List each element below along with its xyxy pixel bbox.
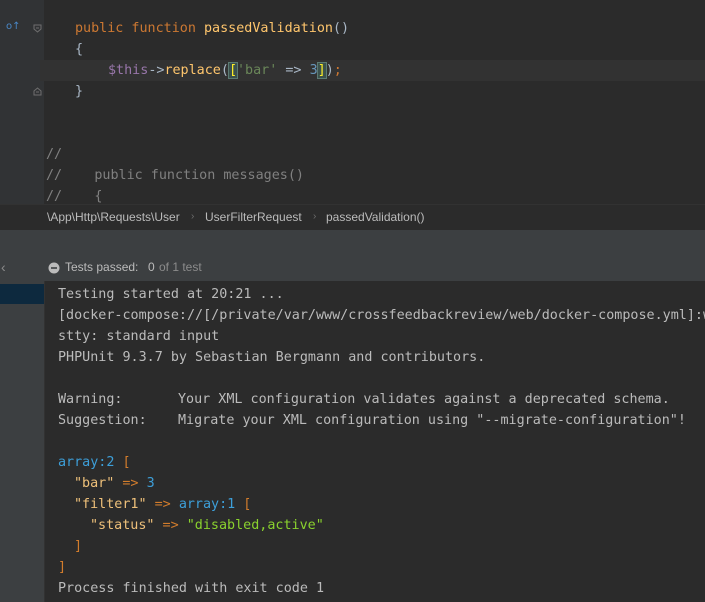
code-line-comment: // bbox=[46, 147, 63, 162]
dump-line: "filter1" => array:1 [ bbox=[74, 497, 252, 512]
code-line-comment: // public function messages() bbox=[46, 168, 304, 183]
dump-line: "bar" => 3 bbox=[74, 476, 155, 491]
code-editor[interactable]: o↑ public function passedValidation() { … bbox=[0, 0, 705, 204]
dump-line: array:2 [ bbox=[58, 455, 131, 470]
code-line-current: $this->replace(['bar' => 3]); bbox=[40, 60, 705, 81]
fold-marker-icon[interactable] bbox=[33, 24, 42, 33]
editor-gutter[interactable]: o↑ bbox=[0, 0, 44, 204]
console-suggestion-text: Migrate your XML configuration using "--… bbox=[178, 413, 686, 428]
test-tree-selected-row[interactable] bbox=[0, 284, 44, 304]
console-warning-line: Warning: bbox=[58, 392, 123, 407]
implements-method-icon[interactable]: o↑ bbox=[6, 21, 21, 32]
matched-bracket-close: ] bbox=[316, 62, 327, 79]
console-exit-line: Process finished with exit code 1 bbox=[58, 581, 325, 596]
tests-passed-count: 0 bbox=[148, 260, 155, 274]
breadcrumb: \App\Http\Requests\User › UserFilterRequ… bbox=[0, 204, 705, 231]
console-line: PHPUnit 9.3.7 by Sebastian Bergmann and … bbox=[58, 350, 486, 365]
test-tree-panel[interactable] bbox=[0, 281, 44, 602]
code-line-brace-close: } bbox=[75, 84, 84, 99]
dump-line: ] bbox=[74, 539, 83, 554]
run-tool-header: ‹ Tests passed: 0 of 1 test bbox=[0, 254, 705, 282]
collapse-arrow-icon[interactable]: ‹ bbox=[1, 254, 6, 281]
code-line-function-declaration: public function passedValidation() bbox=[75, 21, 350, 36]
console-line: [docker-compose://[/private/var/www/cros… bbox=[58, 308, 705, 323]
console-line: stty: standard input bbox=[58, 329, 220, 344]
breadcrumb-separator-icon: › bbox=[313, 211, 317, 222]
breadcrumb-class[interactable]: UserFilterRequest bbox=[205, 205, 302, 229]
test-status-circle-icon bbox=[48, 262, 60, 274]
breadcrumb-separator-icon: › bbox=[191, 211, 195, 222]
console-warning-text: Your XML configuration validates against… bbox=[178, 392, 670, 407]
matched-bracket-open: [ bbox=[227, 62, 239, 79]
tests-status-label: Tests passed: bbox=[65, 260, 139, 274]
console-line: Testing started at 20:21 ... bbox=[58, 287, 284, 302]
breadcrumb-namespace[interactable]: \App\Http\Requests\User bbox=[47, 205, 180, 229]
dump-line: ] bbox=[58, 560, 67, 575]
console-suggestion-line: Suggestion: bbox=[58, 413, 147, 428]
code-line-comment: // { bbox=[46, 189, 103, 204]
tests-total-text: of 1 test bbox=[159, 260, 202, 274]
console-output[interactable]: Testing started at 20:21 ... [docker-com… bbox=[44, 281, 705, 602]
tool-window-divider[interactable] bbox=[0, 230, 705, 254]
fold-marker-icon[interactable] bbox=[33, 87, 42, 96]
code-line-brace-open: { bbox=[75, 42, 84, 57]
breadcrumb-method[interactable]: passedValidation() bbox=[326, 205, 425, 229]
dump-line: "status" => "disabled,active" bbox=[90, 518, 324, 533]
